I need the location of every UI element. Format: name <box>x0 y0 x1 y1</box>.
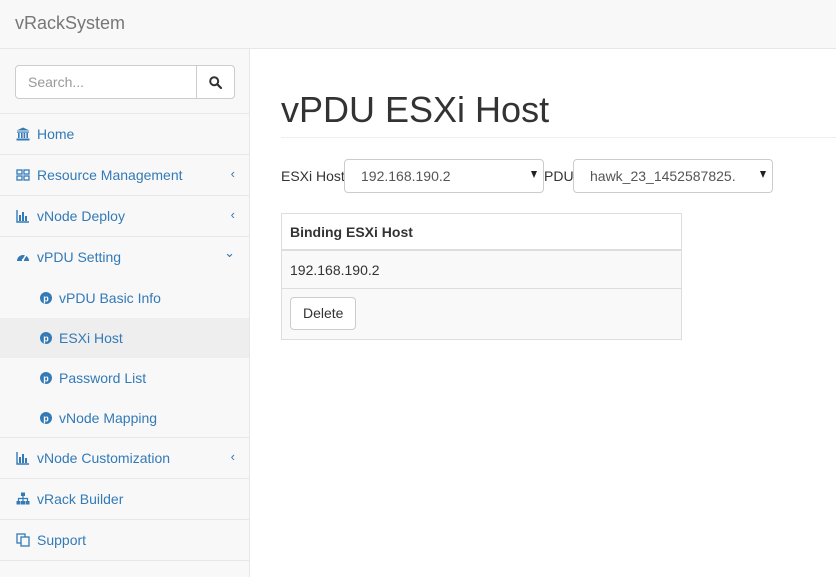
sidebar-item-label: vNode Deploy <box>37 208 125 224</box>
dashboard-icon <box>16 250 30 264</box>
page-title: vPDU ESXi Host <box>281 89 550 130</box>
chevron-left-icon: ‹ <box>230 449 235 464</box>
table-row: 192.168.190.2 <box>282 251 681 289</box>
pinterest-icon: p <box>40 332 52 344</box>
search-input[interactable] <box>15 65 197 99</box>
esxi-host-select-value: 192.168.190.2 <box>361 168 451 184</box>
sidebar-item-label: vNode Customization <box>37 450 171 466</box>
sidebar-subitem-vpdu-basic-info[interactable]: p vPDU Basic Info <box>0 278 249 318</box>
pinterest-icon: p <box>40 372 52 384</box>
sidebar-subitem-password-list[interactable]: p Password List <box>0 358 249 398</box>
svg-text:p: p <box>43 374 49 384</box>
sidebar-subitem-label: Password List <box>59 370 147 386</box>
sidebar-item-resource-management[interactable]: Resource Management ‹ <box>0 155 249 196</box>
sidebar-item-label: Resource Management <box>37 167 183 183</box>
pinterest-icon: p <box>40 292 52 304</box>
svg-text:p: p <box>43 334 49 344</box>
sidebar: Home Resource Management ‹ vNode Deploy … <box>0 49 250 577</box>
bar-chart-icon <box>16 451 30 465</box>
esxi-host-label: ESXi Host <box>281 168 345 184</box>
chevron-left-icon: ‹ <box>230 166 235 181</box>
main-content: vPDU ESXi Host ESXi Host 192.168.190.2 P… <box>250 49 836 577</box>
sidebar-subitem-vnode-mapping[interactable]: p vNode Mapping <box>0 398 249 438</box>
sitemap-icon <box>16 492 30 506</box>
top-navbar: vRackSystem <box>0 0 836 49</box>
chevron-down-icon: ⌄ <box>224 245 235 260</box>
sidebar-item-vpdu-setting[interactable]: vPDU Setting ⌄ p vPDU Basic Info p ESXi … <box>0 237 249 438</box>
svg-text:p: p <box>43 414 49 424</box>
svg-text:p: p <box>43 294 49 304</box>
sidebar-item-label: vRack Builder <box>37 491 124 507</box>
sidebar-item-vnode-deploy[interactable]: vNode Deploy ‹ <box>0 196 249 237</box>
barcode-icon <box>16 168 30 182</box>
sidebar-subitem-label: ESXi Host <box>59 330 123 346</box>
table-actions-row: Delete <box>282 289 681 339</box>
sidebar-item-label: vPDU Setting <box>37 249 122 265</box>
sidebar-item-vnode-customization[interactable]: vNode Customization ‹ <box>0 438 249 479</box>
bar-chart-icon <box>16 209 30 223</box>
pdu-select-value: hawk_23_1452587825. <box>590 168 736 184</box>
pdu-select[interactable]: hawk_23_1452587825. <box>573 159 773 193</box>
sidebar-subitem-label: vPDU Basic Info <box>59 290 161 306</box>
chevron-left-icon: ‹ <box>230 207 235 222</box>
delete-button[interactable]: Delete <box>290 297 357 330</box>
sidebar-subitem-esxi-host[interactable]: p ESXi Host <box>0 318 249 358</box>
sidebar-item-support[interactable]: Support <box>0 520 249 561</box>
sidebar-item-label: Home <box>37 126 75 142</box>
table-header: Binding ESXi Host <box>282 214 681 251</box>
binding-table: Binding ESXi Host 192.168.190.2 Delete <box>281 213 682 340</box>
search-button[interactable] <box>196 65 235 99</box>
sidebar-item-home[interactable]: Home <box>0 114 249 155</box>
sidebar-item-vrack-builder[interactable]: vRack Builder <box>0 479 249 520</box>
search-icon <box>209 75 222 89</box>
copy-icon <box>16 533 30 547</box>
esxi-host-select[interactable]: 192.168.190.2 <box>344 159 544 193</box>
sidebar-item-label: Support <box>37 532 87 548</box>
title-divider <box>281 137 836 138</box>
pdu-label: PDU <box>544 168 574 184</box>
caret-down-icon <box>760 171 766 178</box>
sidebar-subitem-label: vNode Mapping <box>59 410 158 426</box>
bank-icon <box>16 127 30 141</box>
brand-link[interactable]: vRackSystem <box>15 13 125 34</box>
pinterest-icon: p <box>40 412 52 424</box>
sidebar-search <box>0 49 249 114</box>
caret-down-icon <box>531 171 537 178</box>
